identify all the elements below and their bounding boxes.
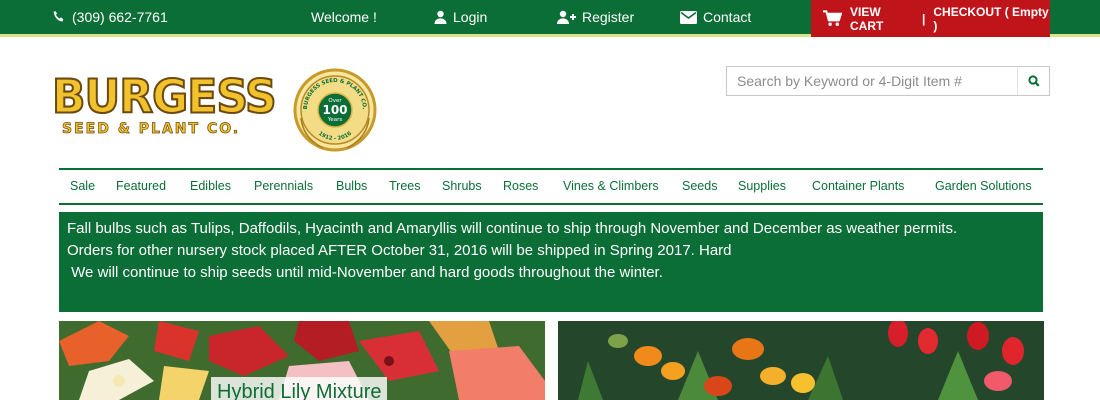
search-input[interactable] bbox=[727, 67, 1017, 95]
user-icon bbox=[434, 10, 447, 24]
nav-item-featured[interactable]: Featured bbox=[116, 170, 166, 203]
phone-number: (309) 662-7761 bbox=[72, 9, 168, 25]
nav-item-trees[interactable]: Trees bbox=[389, 170, 421, 203]
nav-item-container-plants[interactable]: Container Plants bbox=[812, 170, 904, 203]
nav-item-perennials[interactable]: Perennials bbox=[254, 170, 313, 203]
logo-brand: BURGESS bbox=[51, 70, 278, 126]
contact-link[interactable]: Contact bbox=[680, 0, 751, 34]
cart-separator: | bbox=[922, 11, 926, 26]
welcome-text: Welcome ! bbox=[311, 9, 377, 25]
phone-icon bbox=[53, 11, 64, 22]
notice-line: We will continue to ship seeds until mid… bbox=[67, 264, 663, 281]
fritillaria-tulips-image bbox=[558, 321, 1044, 400]
nav-item-supplies[interactable]: Supplies bbox=[738, 170, 786, 203]
nav-item-bulbs[interactable]: Bulbs bbox=[336, 170, 367, 203]
phone-link[interactable]: (309) 662-7761 bbox=[52, 0, 168, 34]
cart-bar: VIEW CART | CHECKOUT ( Empty ) bbox=[811, 0, 1050, 37]
seal-years-word: Years bbox=[327, 117, 343, 123]
promo-image-lily[interactable]: Hybrid Lily Mixture bbox=[59, 321, 545, 400]
login-label: Login bbox=[453, 9, 488, 25]
add-user-icon bbox=[557, 10, 576, 24]
top-bar: (309) 662-7761 Welcome ! Login Register … bbox=[0, 0, 1100, 37]
shipping-notice: Fall bulbs such as Tulips, Daffodils, Hy… bbox=[59, 212, 1043, 312]
search-button[interactable] bbox=[1017, 67, 1049, 95]
nav-item-shrubs[interactable]: Shrubs bbox=[442, 170, 482, 203]
shopping-cart-icon bbox=[823, 10, 843, 26]
site-logo[interactable]: BURGESS SEED & PLANT CO. BURGESS SEED & … bbox=[51, 64, 382, 154]
nav-item-vines-climbers[interactable]: Vines & Climbers bbox=[563, 170, 659, 203]
nav-item-garden-solutions[interactable]: Garden Solutions bbox=[935, 170, 1032, 203]
notice-line: Fall bulbs such as Tulips, Daffodils, Hy… bbox=[67, 220, 958, 237]
nav-item-edibles[interactable]: Edibles bbox=[190, 170, 231, 203]
search-icon bbox=[1027, 75, 1040, 87]
register-link[interactable]: Register bbox=[557, 0, 634, 34]
logo-subtitle: SEED & PLANT CO. bbox=[62, 121, 241, 138]
nav-item-sale[interactable]: Sale bbox=[70, 170, 95, 203]
contact-label: Contact bbox=[703, 9, 752, 25]
notice-line: Orders for other nursery stock placed AF… bbox=[67, 242, 732, 259]
main-nav: Sale Featured Edibles Perennials Bulbs T… bbox=[59, 168, 1043, 205]
nav-item-roses[interactable]: Roses bbox=[503, 170, 538, 203]
promo-caption: Hybrid Lily Mixture bbox=[211, 377, 388, 400]
search-box bbox=[726, 66, 1050, 96]
nav-item-seeds[interactable]: Seeds bbox=[682, 170, 717, 203]
promo-image-flowers[interactable] bbox=[558, 321, 1044, 400]
seal-100-text: 100 bbox=[322, 103, 347, 117]
checkout-link[interactable]: CHECKOUT ( Empty ) bbox=[933, 5, 1050, 33]
envelope-icon bbox=[680, 10, 697, 24]
login-link[interactable]: Login bbox=[434, 0, 487, 34]
view-cart-link[interactable]: VIEW CART bbox=[850, 5, 914, 33]
register-label: Register bbox=[582, 9, 635, 25]
anniversary-seal-icon: BURGESS SEED & PLANT CO. Over 100 Years … bbox=[293, 68, 377, 152]
